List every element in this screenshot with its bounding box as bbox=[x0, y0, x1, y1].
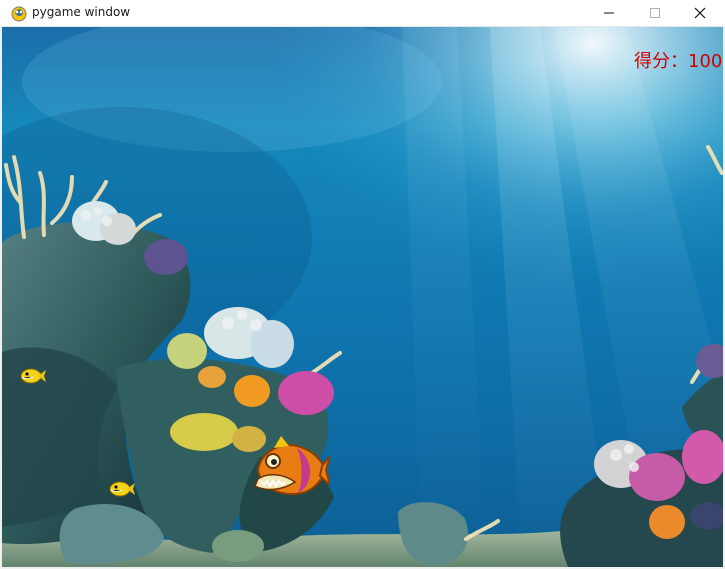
maximize-icon bbox=[650, 8, 660, 18]
pygame-snake-icon bbox=[11, 6, 27, 22]
yellow-small-fish bbox=[109, 481, 135, 497]
title-bar[interactable]: pygame window bbox=[0, 0, 725, 27]
yellow-small-fish bbox=[20, 368, 46, 384]
game-canvas[interactable]: 得分：100 bbox=[2, 27, 723, 567]
minimize-button[interactable] bbox=[586, 0, 632, 26]
minimize-icon bbox=[604, 12, 614, 14]
score-display: 得分：100 bbox=[634, 51, 723, 72]
pygame-window: pygame window 得分：100 bbox=[0, 0, 725, 569]
close-icon bbox=[694, 7, 706, 19]
orange-player-fish[interactable] bbox=[250, 436, 330, 502]
close-button[interactable] bbox=[677, 0, 723, 26]
maximize-button[interactable] bbox=[632, 0, 678, 26]
window-frame-left bbox=[0, 26, 2, 569]
window-title: pygame window bbox=[32, 5, 131, 19]
